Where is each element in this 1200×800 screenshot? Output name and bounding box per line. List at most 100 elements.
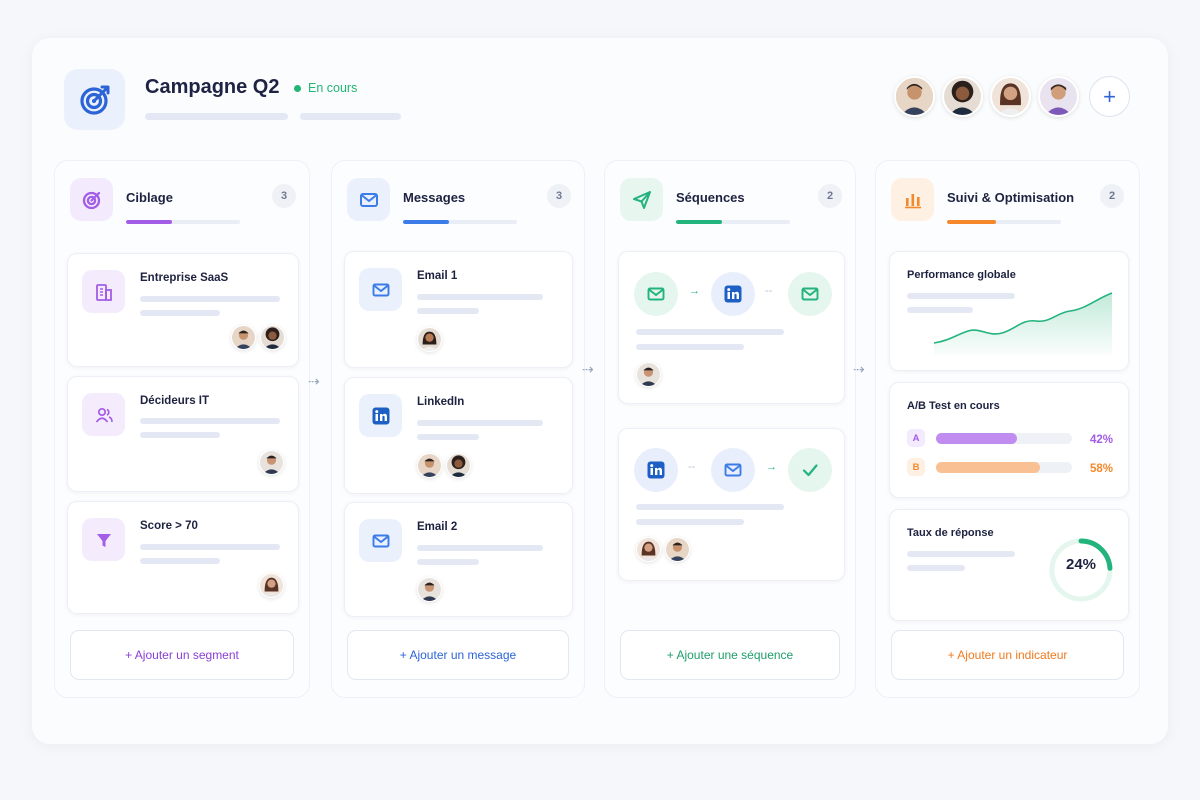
ab-test-card[interactable]: A/B Test en cours A 42% B 58%	[889, 382, 1129, 498]
card-title: Décideurs IT	[140, 395, 210, 407]
avatar	[417, 327, 442, 352]
users-icon	[82, 393, 125, 436]
status-dot-icon	[294, 84, 301, 92]
column-title: Ciblage	[126, 190, 173, 205]
performance-trend-icon	[933, 292, 1113, 355]
column-header: Ciblage 3	[55, 161, 309, 243]
card-title: Taux de réponse	[907, 527, 994, 539]
column-sequences: Séquences 2 → -- -- → + Ajouter une séqu…	[604, 160, 856, 698]
card-avatars	[417, 453, 471, 478]
add-member-button[interactable]: +	[1089, 76, 1130, 117]
bar-chart-icon	[891, 178, 934, 221]
column-tracking: Suivi & Optimisation 2 Performance globa…	[875, 160, 1140, 698]
column-count: 3	[547, 184, 571, 208]
target-icon	[64, 69, 125, 130]
placeholder-line	[636, 519, 744, 525]
avatar	[665, 537, 690, 562]
avatar	[417, 577, 442, 602]
add-message-button[interactable]: + Ajouter un message	[347, 630, 569, 680]
variant-b-pct: 58%	[1090, 463, 1114, 475]
add-indicator-button[interactable]: + Ajouter un indicateur	[891, 630, 1124, 680]
linkedin-icon	[634, 448, 678, 492]
placeholder-line	[907, 565, 965, 571]
card-title: A/B Test en cours	[907, 400, 1000, 412]
placeholder-line	[140, 558, 220, 564]
add-sequence-button[interactable]: + Ajouter une séquence	[620, 630, 840, 680]
placeholder-line	[417, 559, 479, 565]
target-icon	[70, 178, 113, 221]
avatar	[259, 573, 284, 598]
avatar	[446, 453, 471, 478]
column-title: Messages	[403, 190, 466, 205]
column-header: Suivi & Optimisation 2	[876, 161, 1139, 243]
check-icon	[788, 448, 832, 492]
variant-a-badge: A	[907, 429, 925, 447]
card-avatars	[417, 577, 442, 602]
card-title: Email 2	[417, 521, 458, 533]
page-title: Campagne Q2	[145, 76, 280, 98]
message-card[interactable]: Email 1	[344, 251, 573, 368]
response-rate-value: 24%	[1065, 556, 1097, 573]
add-segment-button[interactable]: + Ajouter un segment	[70, 630, 294, 680]
arrow-right-icon: →	[766, 461, 777, 473]
mail-icon	[359, 268, 402, 311]
placeholder-line	[417, 308, 479, 314]
mail-icon	[359, 519, 402, 562]
card-title: Score > 70	[140, 520, 198, 532]
column-progress	[947, 220, 1061, 224]
placeholder-line	[140, 418, 280, 424]
placeholder-line	[417, 294, 543, 300]
placeholder-line	[417, 545, 543, 551]
sequence-card[interactable]: → --	[618, 251, 845, 404]
column-header: Messages 3	[332, 161, 584, 243]
avatar[interactable]	[894, 76, 935, 117]
placeholder-line	[140, 296, 280, 302]
dashed-connector-icon: --	[688, 461, 696, 473]
title-placeholder-line	[145, 113, 288, 120]
mail-icon	[634, 272, 678, 316]
column-progress	[676, 220, 790, 224]
avatar[interactable]	[1038, 76, 1079, 117]
avatar	[259, 450, 284, 475]
column-header: Séquences 2	[605, 161, 855, 243]
message-card[interactable]: LinkedIn	[344, 377, 573, 494]
placeholder-line	[636, 344, 744, 350]
linkedin-icon	[359, 394, 402, 437]
placeholder-line	[636, 329, 784, 335]
status-badge: En cours	[294, 81, 357, 95]
filter-icon	[82, 518, 125, 561]
building-icon	[82, 270, 125, 313]
column-count: 2	[1100, 184, 1124, 208]
status-label: En cours	[308, 81, 358, 95]
avatar	[636, 537, 661, 562]
column-progress	[403, 220, 517, 224]
avatar	[260, 325, 285, 350]
avatar	[231, 325, 256, 350]
message-card[interactable]: Email 2	[344, 502, 573, 617]
variant-a-pct: 42%	[1090, 434, 1114, 446]
flow-arrow-icon: ⇢	[853, 361, 866, 377]
avatar[interactable]	[942, 76, 983, 117]
avatar	[636, 362, 661, 387]
card-avatars	[636, 362, 661, 387]
card-avatars	[259, 450, 284, 475]
mail-icon	[788, 272, 832, 316]
send-icon	[620, 178, 663, 221]
segment-card[interactable]: Décideurs IT	[67, 376, 299, 492]
progress-fill	[126, 220, 172, 224]
column-ciblage: Ciblage 3 Entreprise SaaS Décideurs IT S…	[54, 160, 310, 698]
placeholder-line	[140, 310, 220, 316]
segment-card[interactable]: Entreprise SaaS	[67, 253, 299, 367]
segment-card[interactable]: Score > 70	[67, 501, 299, 614]
avatar[interactable]	[990, 76, 1031, 117]
variant-b-bar	[936, 462, 1040, 473]
team-avatars	[894, 76, 1079, 117]
sequence-card[interactable]: -- →	[618, 428, 845, 581]
column-progress	[126, 220, 240, 224]
column-count: 2	[818, 184, 842, 208]
progress-fill	[676, 220, 722, 224]
arrow-right-icon: →	[689, 285, 700, 297]
performance-card[interactable]: Performance globale	[889, 251, 1129, 371]
placeholder-line	[417, 420, 543, 426]
card-avatars	[231, 325, 285, 350]
